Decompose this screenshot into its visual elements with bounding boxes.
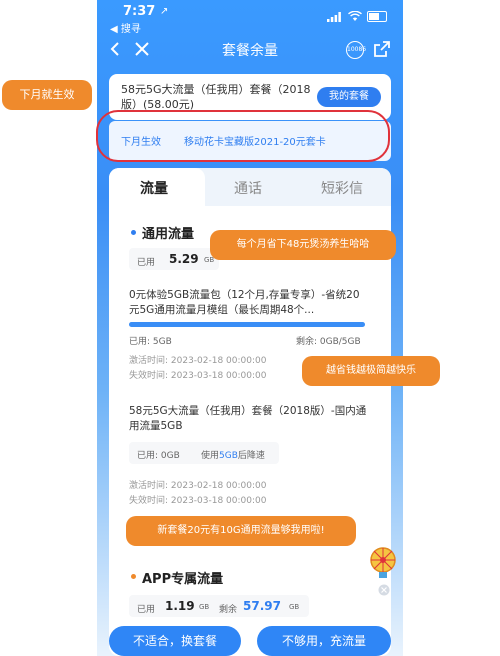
package-1-expire: 失效时间: 2023-03-18 00:00:00: [129, 371, 267, 381]
package-1-desc: 0元体验5GB流量包（12个月,存量专享）-省统20元5G通用流量月模组（最长周…: [129, 289, 360, 316]
signal-icon: [327, 12, 341, 22]
package-1-remain: 剩余: 0GB/5GB: [296, 337, 361, 347]
service-10086-icon[interactable]: 10086: [346, 41, 366, 59]
used-value: 5.29: [169, 252, 199, 266]
battery-icon: [367, 11, 387, 22]
package-2-activate: 激活时间: 2023-02-18 00:00:00: [129, 481, 267, 491]
app-data-title: APP专属流量: [142, 572, 224, 587]
highlight-ring: [96, 110, 390, 162]
rule-highlight: 5GB: [219, 451, 238, 461]
app-section-dot: [131, 574, 136, 579]
change-plan-button[interactable]: 不适合，换套餐: [109, 626, 241, 656]
app-remain-unit: GB: [289, 603, 300, 611]
app-used-unit: GB: [199, 603, 210, 611]
rule-prefix: 使用: [201, 451, 220, 461]
annotation-save: 每个月省下48元煲汤养生哈哈: [210, 230, 396, 260]
tab-bar: 流量 通话 短彩信: [109, 168, 391, 206]
package-2-expire: 失效时间: 2023-03-18 00:00:00: [129, 496, 267, 506]
my-plan-button[interactable]: 我的套餐: [317, 87, 381, 107]
phone-screen: 7:37 ↗ ◀ 搜寻 套餐余量 10086 58元5G大流量（任我用）套餐（2…: [97, 0, 403, 656]
status-bar: 7:37 ↗ ◀ 搜寻: [97, 0, 403, 35]
app-remain-value: 57.97: [243, 599, 281, 613]
rule-suffix: 后降速: [237, 451, 265, 461]
tab-voice[interactable]: 通话: [234, 178, 262, 198]
app-used-value: 1.19: [165, 599, 195, 613]
annotation-simple: 越省钱越极简越快乐: [302, 356, 440, 386]
back-to-app-link[interactable]: ◀ 搜寻: [110, 20, 141, 35]
share-icon[interactable]: [373, 40, 391, 58]
app-remain-label: 剩余: [219, 605, 238, 615]
app-used-box: 已用 1.19 GB 剩余 57.97 GB: [129, 595, 309, 617]
wifi-icon: [348, 11, 362, 21]
package-2-rule: 使用5GB后降速: [201, 448, 265, 461]
nav-bar: 套餐余量 10086: [97, 34, 403, 64]
annotation-next-month: 下月就生效: [2, 80, 92, 110]
progress-fill: [129, 322, 365, 327]
plan-name: 58元5G大流量（任我用）套餐（2018版）(58.00元): [121, 83, 311, 111]
lucky-wheel-icon[interactable]: [369, 546, 397, 580]
general-data-title: 通用流量: [142, 227, 195, 242]
general-used-box: 已用 5.29 GB: [129, 248, 219, 270]
annotation-enough: 新套餐20元有10G通用流量够我用啦!: [126, 516, 356, 546]
tab-sms[interactable]: 短彩信: [321, 178, 363, 198]
tab-data[interactable]: 流量: [140, 178, 168, 198]
close-float-icon[interactable]: [378, 584, 390, 596]
app-used-label: 已用: [137, 605, 156, 615]
location-icon: ↗: [160, 6, 169, 17]
package-2-used: 已用: 0GB: [137, 451, 180, 461]
recharge-data-button[interactable]: 不够用，充流量: [257, 626, 391, 656]
package-1-used: 已用: 5GB: [129, 337, 172, 347]
used-label: 已用: [137, 258, 156, 268]
package-1-activate: 激活时间: 2023-02-18 00:00:00: [129, 356, 267, 366]
status-time: 7:37: [123, 4, 156, 19]
package-1-progress: [129, 322, 365, 327]
section-dot: [131, 230, 136, 235]
package-2-desc: 58元5G大流量（任我用）套餐（2018版）-国内通用流量5GB: [129, 405, 367, 432]
package-2-info-box: 已用: 0GB 使用5GB后降速: [129, 442, 279, 464]
